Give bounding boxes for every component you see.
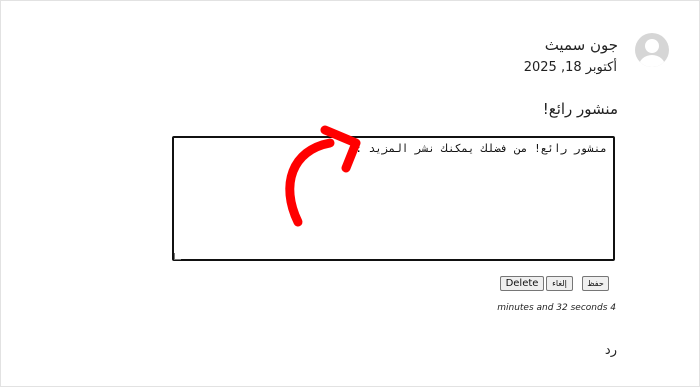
arrow-head [320,125,361,173]
arrow-curve [285,138,335,227]
save-button[interactable]: حفظ [582,276,609,291]
cancel-button[interactable]: إلغاء [546,276,573,291]
delete-button[interactable]: Delete [500,276,544,291]
reply-link[interactable]: رد [605,343,617,358]
edit-time-remaining: minutes and 32 seconds 4 [497,303,616,313]
curved-arrow-icon [285,125,361,227]
